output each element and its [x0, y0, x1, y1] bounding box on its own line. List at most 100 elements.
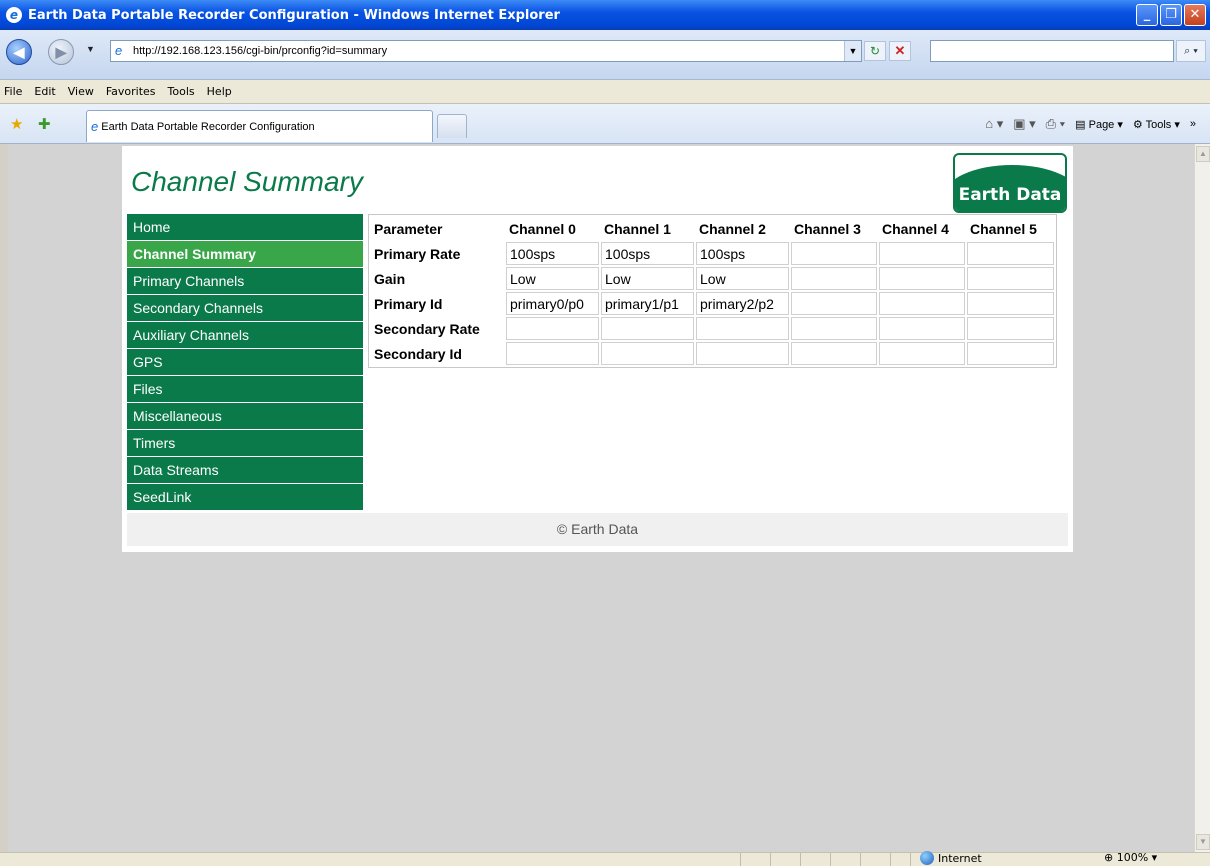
- tab-earth-data[interactable]: e Earth Data Portable Recorder Configura…: [86, 110, 433, 142]
- table-cell: [879, 317, 965, 340]
- table-cell: [791, 242, 877, 265]
- sidebar-item-primary-channels[interactable]: Primary Channels: [127, 268, 363, 294]
- sidebar-item-secondary-channels[interactable]: Secondary Channels: [127, 295, 363, 321]
- sidebar-item-home[interactable]: Home: [127, 214, 363, 240]
- scroll-up-button[interactable]: ▲: [1196, 146, 1210, 162]
- sidebar-item-data-streams[interactable]: Data Streams: [127, 457, 363, 483]
- page-menu[interactable]: ▤ Page ▾: [1075, 118, 1123, 131]
- table-cell: [879, 242, 965, 265]
- table-cell: [967, 292, 1054, 315]
- vertical-scrollbar[interactable]: ▲ ▼: [1194, 144, 1210, 852]
- favorites-star-icon[interactable]: ★: [10, 115, 23, 133]
- sidebar-item-timers[interactable]: Timers: [127, 430, 363, 456]
- table-cell: 100sps: [696, 242, 789, 265]
- search-button[interactable]: ⌕ ▾: [1176, 40, 1206, 62]
- table-cell: [791, 342, 877, 365]
- row-header: Secondary Id: [374, 345, 462, 362]
- menu-favorites[interactable]: Favorites: [106, 85, 156, 98]
- table-cell: Low: [696, 267, 789, 290]
- new-tab-button[interactable]: [437, 114, 467, 138]
- column-header: Channel 2: [699, 220, 766, 237]
- print-icon[interactable]: ⎙ ▾: [1046, 116, 1065, 132]
- table-row: Secondary Rate: [371, 317, 1054, 340]
- forward-button[interactable]: ▶: [48, 39, 74, 65]
- table-cell: Low: [601, 267, 694, 290]
- table-header-row: Parameter Channel 0 Channel 1 Channel 2 Chan…: [371, 217, 1054, 240]
- logo-text: Earth Data: [958, 185, 1062, 205]
- menu-tools[interactable]: Tools: [168, 85, 195, 98]
- channel-summary-table: Parameter Channel 0 Channel 1 Channel 2 Chan…: [368, 214, 1057, 368]
- table-cell: primary0/p0: [506, 292, 599, 315]
- table-cell: [601, 342, 694, 365]
- home-icon[interactable]: ⌂ ▾: [985, 116, 1003, 132]
- table-cell: 100sps: [506, 242, 599, 265]
- table-cell: [879, 292, 965, 315]
- table-cell: [791, 267, 877, 290]
- address-url: http://192.168.123.156/cgi-bin/prconfig?…: [133, 45, 388, 57]
- sidebar-item-miscellaneous[interactable]: Miscellaneous: [127, 403, 363, 429]
- row-header: Secondary Rate: [374, 320, 480, 337]
- sidebar-item-channel-summary[interactable]: Channel Summary: [127, 241, 363, 267]
- tab-page-icon: e: [91, 119, 99, 134]
- column-header: Channel 0: [509, 220, 576, 237]
- table-cell: [967, 267, 1054, 290]
- ie-logo-icon: e: [6, 7, 22, 23]
- table-cell: Low: [506, 267, 599, 290]
- table-row: Gain Low Low Low: [371, 267, 1054, 290]
- tab-bar: ★ ✚ e Earth Data Portable Recorder Confi…: [0, 104, 1210, 144]
- table-cell: [506, 317, 599, 340]
- row-header: Primary Id: [374, 295, 443, 312]
- tab-label: Earth Data Portable Recorder Configurati…: [101, 120, 315, 133]
- column-header: Channel 3: [794, 220, 861, 237]
- status-bar: Internet ⊕ 100% ▾: [0, 851, 1210, 866]
- zoom-control[interactable]: ⊕ 100% ▾: [1104, 851, 1157, 864]
- recent-pages-dropdown[interactable]: ▼: [86, 44, 95, 54]
- sidebar-item-seedlink[interactable]: SeedLink: [127, 484, 363, 510]
- close-button[interactable]: ✕: [1184, 4, 1206, 26]
- menu-bar: File Edit View Favorites Tools Help: [0, 80, 1210, 104]
- refresh-button[interactable]: ↻: [864, 41, 886, 61]
- column-header: Channel 4: [882, 220, 949, 237]
- menu-help[interactable]: Help: [207, 85, 232, 98]
- address-dropdown-button[interactable]: ▼: [844, 41, 861, 61]
- restore-button[interactable]: ❐: [1160, 4, 1182, 26]
- earth-data-logo: Earth Data: [953, 153, 1067, 213]
- menu-edit[interactable]: Edit: [34, 85, 55, 98]
- tools-menu[interactable]: ⚙ Tools ▾: [1133, 118, 1180, 131]
- globe-icon: [920, 851, 934, 865]
- table-cell: [791, 292, 877, 315]
- zoom-label: 100%: [1116, 851, 1149, 864]
- column-header: Channel 5: [970, 220, 1037, 237]
- window-title: Earth Data Portable Recorder Configurati…: [28, 7, 560, 23]
- table-row: Primary Rate 100sps 100sps 100sps: [371, 242, 1054, 265]
- menu-view[interactable]: View: [68, 85, 94, 98]
- stop-button[interactable]: ✕: [889, 41, 911, 61]
- search-input[interactable]: [930, 40, 1174, 62]
- table-cell: [791, 317, 877, 340]
- table-cell: [879, 342, 965, 365]
- page-menu-label: Page: [1088, 118, 1115, 131]
- feeds-icon[interactable]: ▣ ▾: [1013, 116, 1035, 132]
- add-favorites-icon[interactable]: ✚: [38, 115, 51, 133]
- minimize-button[interactable]: _: [1136, 4, 1158, 26]
- chevron-more-icon[interactable]: »: [1190, 118, 1196, 130]
- sidebar-item-auxiliary-channels[interactable]: Auxiliary Channels: [127, 322, 363, 348]
- scroll-down-button[interactable]: ▼: [1196, 834, 1210, 850]
- zone-label: Internet: [938, 851, 982, 865]
- menu-file[interactable]: File: [4, 85, 22, 98]
- page-icon: e: [115, 43, 123, 58]
- command-bar: ⌂ ▾ ▣ ▾ ⎙ ▾ ▤ Page ▾ ⚙ Tools ▾ »: [985, 116, 1196, 132]
- page-icon: ▤: [1075, 118, 1089, 131]
- table-cell: [967, 242, 1054, 265]
- sidebar-item-gps[interactable]: GPS: [127, 349, 363, 375]
- back-button[interactable]: ◀: [6, 39, 32, 65]
- browser-viewport: Channel Summary Earth Data Home Channel S…: [8, 144, 1194, 852]
- column-header: Parameter: [374, 220, 443, 237]
- page-container: Channel Summary Earth Data Home Channel S…: [122, 146, 1073, 552]
- address-input[interactable]: e http://192.168.123.156/cgi-bin/prconfi…: [110, 40, 862, 62]
- security-zone: Internet: [920, 851, 982, 865]
- gear-icon: ⚙: [1132, 118, 1146, 131]
- table-cell: 100sps: [601, 242, 694, 265]
- table-cell: primary2/p2: [696, 292, 789, 315]
- sidebar-item-files[interactable]: Files: [127, 376, 363, 402]
